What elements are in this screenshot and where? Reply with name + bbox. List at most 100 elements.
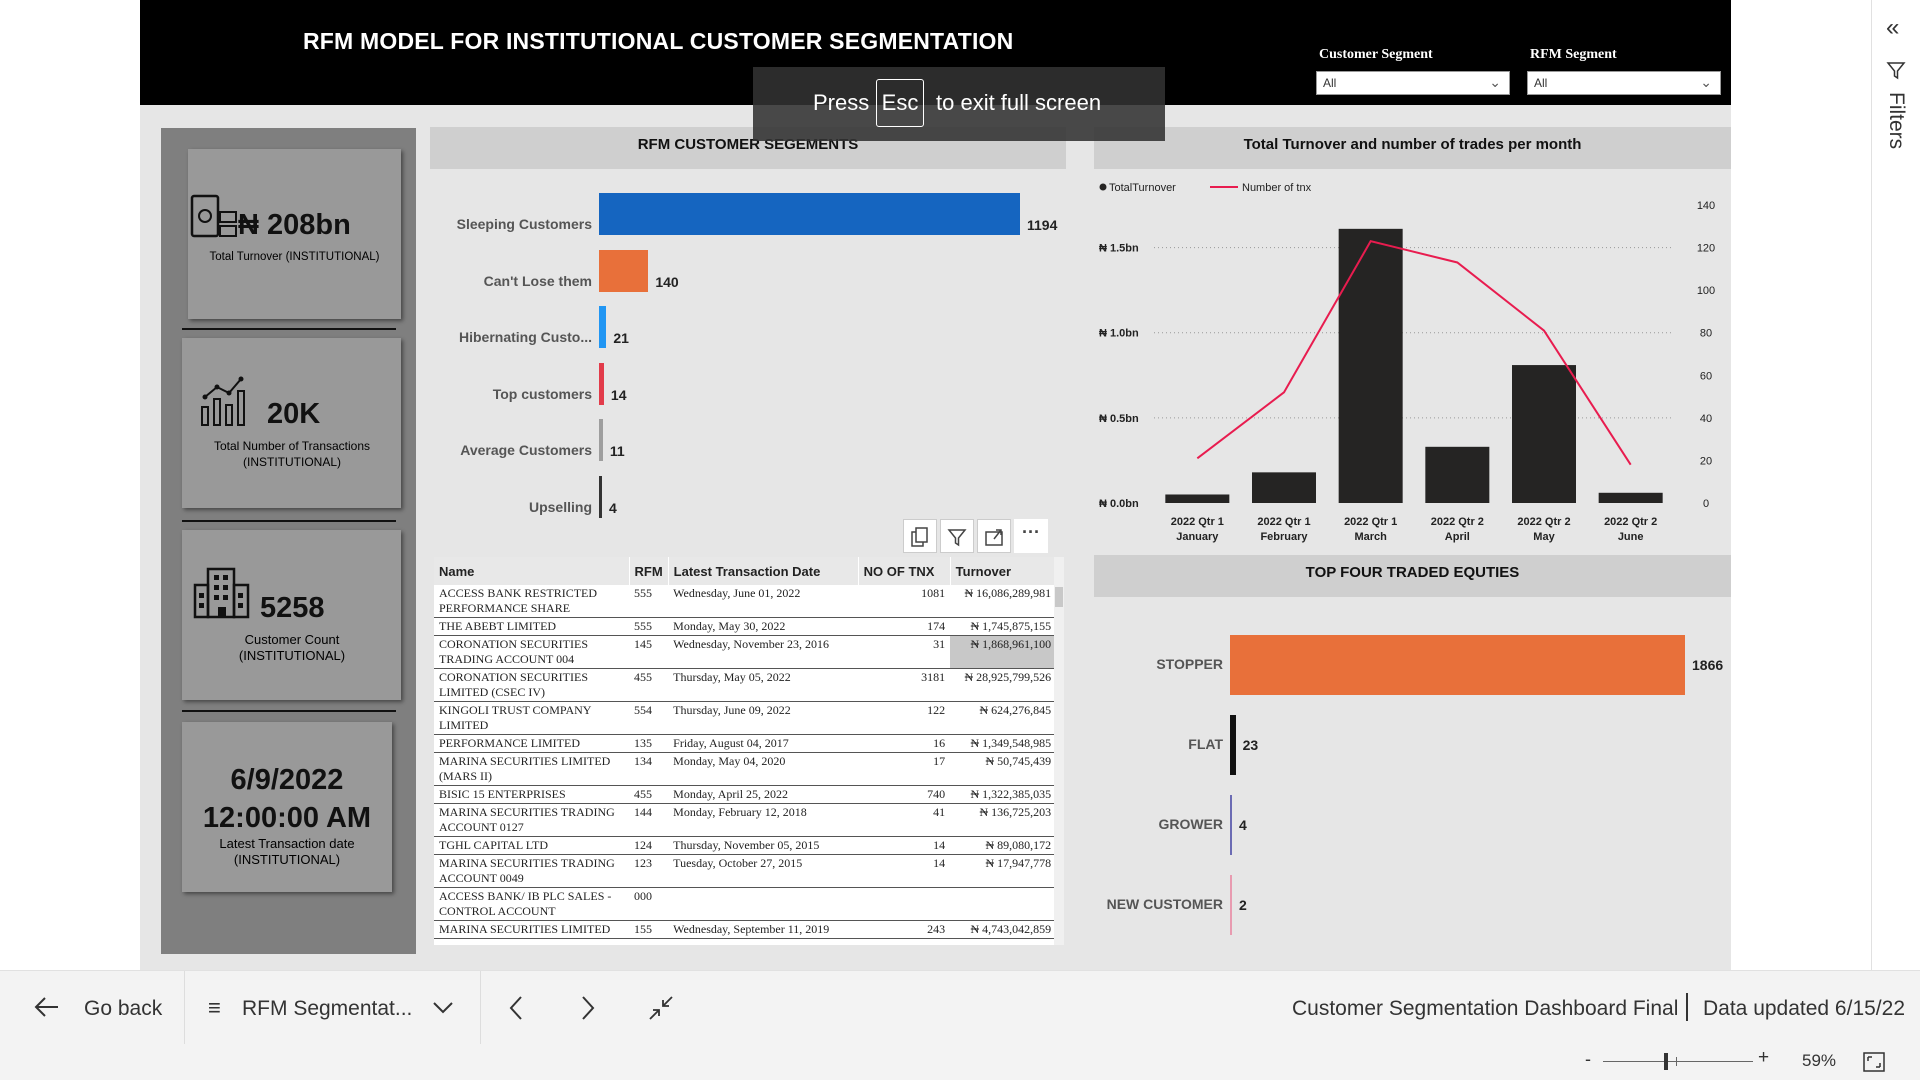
table-cell: BISIC 15 ENTERPRISES [434,785,629,804]
filters-pane-label[interactable]: Filters [1884,92,1908,149]
table-cell: 174 [858,617,951,636]
bar[interactable] [599,306,607,349]
bar-chart-icon [201,376,245,426]
rfm-segment-value: All [1534,76,1548,90]
x-axis-tick: June [1618,531,1644,543]
bottom-navigation-bar: Go back ≡ RFM Segmentat... Customer Segm… [0,970,1920,1045]
kpi-label: Total Turnover (INSTITUTIONAL) [209,251,380,263]
column-header-name[interactable]: Name [434,557,630,585]
right-axis-tick: 20 [1700,455,1712,467]
zoom-slider-midpoint [1676,1057,1677,1066]
separator [1686,993,1688,1021]
bar[interactable] [599,476,602,518]
table-cell: ₦ 28,925,799,526 [950,668,1057,702]
zoom-out-button[interactable]: - [1585,1049,1591,1070]
chevron-down-icon[interactable] [432,1001,454,1015]
bar-label: NEW CUSTOMER [1106,896,1223,912]
chevron-down-icon: ⌄ [1700,74,1712,90]
table-row[interactable]: ACCESS BANK RESTRICTED PERFORMANCE SHARE… [434,585,1057,618]
bar[interactable] [1252,472,1316,503]
bar-value-label: 1866 [1692,657,1724,673]
table-cell: Monday, May 30, 2022 [668,617,859,636]
collapse-pane-icon[interactable]: « [1886,14,1899,42]
building-icon [193,567,250,619]
table-row[interactable]: MARINA SECURITIES TRADING ACCOUNT 0049 12… [434,854,1057,888]
table-cell: MARINA SECURITIES TRADING ACCOUNT 0127 [434,803,629,837]
table-cell: ACCESS BANK/ IB PLC SALES - CONTROL ACCO… [434,887,629,921]
column-header-turnover[interactable]: Turnover [950,557,1057,585]
bar[interactable] [1165,494,1230,503]
zoom-slider-track[interactable] [1603,1061,1753,1062]
column-header-date[interactable]: Latest Transaction Date [668,557,859,585]
bar[interactable] [599,193,1020,235]
bar-label: Hibernating Custo... [459,329,592,346]
table-cell: ₦ 89,080,172 [950,836,1057,855]
bar[interactable] [599,419,603,462]
table-cell: 3181 [858,668,951,702]
table-cell: 16 [858,734,951,753]
esc-key: Esc [876,79,924,127]
previous-page-icon[interactable] [508,995,524,1021]
bar[interactable] [599,249,649,292]
scrollbar-thumb[interactable] [1055,587,1063,607]
kpi-card-transactions: 20K Total Number of Transactions (INSTIT… [182,338,401,508]
table-row[interactable]: MARINA SECURITIES TRADING ACCOUNT 0127 14… [434,803,1057,837]
bar[interactable] [1230,715,1236,775]
table-cell: Monday, April 25, 2022 [668,785,859,804]
right-axis-tick: 140 [1697,200,1715,212]
x-axis-tick: 2022 Qtr 1 [1171,516,1224,528]
zoom-slider-thumb[interactable] [1663,1053,1668,1070]
bar[interactable] [1230,635,1685,695]
table-row[interactable]: CORONATION SECURITIES LIMITED (CSEC IV) 4… [434,668,1057,702]
left-axis-tick: ₦ 0.5bn [1099,413,1139,425]
bar[interactable] [1512,365,1576,503]
table-row[interactable]: BISIC 15 ENTERPRISES 455 Monday, April 25,… [434,785,1057,804]
table-row[interactable]: THE ABEBT LIMITED 555 Monday, May 30, 2022… [434,617,1057,636]
table-row[interactable]: ACCESS BANK/ IB PLC SALES - CONTROL ACCO… [434,887,1057,921]
bar[interactable] [1230,875,1232,935]
right-axis-tick: 0 [1703,498,1709,510]
table-row[interactable]: MARINA SECURITIES LIMITED 155 Wednesday, S… [434,920,1057,939]
rfm-segment-dropdown[interactable]: All ⌄ [1527,71,1721,95]
table-row[interactable]: MARINA SECURITIES LIMITED (MARS II) 134 Mo… [434,752,1057,786]
table-row[interactable]: CORONATION SECURITIES TRADING ACCOUNT 00… [434,635,1057,669]
bar[interactable] [1338,228,1403,503]
table-cell: 14 [858,854,951,888]
copy-icon[interactable] [903,519,937,553]
left-axis-tick: ₦ 1.5bn [1099,243,1139,255]
table-header-row: Name RFM Latest Transaction Date NO OF T… [434,557,1057,585]
bar[interactable] [599,362,604,405]
page-selector[interactable]: RFM Segmentat... [242,997,412,1021]
table-row[interactable]: TGHL CAPITAL LTD 124 Thursday, November 05… [434,836,1057,855]
go-back-button[interactable]: Go back [84,997,162,1021]
column-header-rfm[interactable]: RFM [629,557,669,585]
table-row[interactable]: KINGOLI TRUST COMPANY LIMITED 554 Thursday… [434,701,1057,735]
customer-segment-dropdown[interactable]: All ⌄ [1316,71,1510,95]
kpi-value-date: 6/9/2022 [230,764,344,796]
toast-rest-text: to exit full screen [936,90,1102,115]
x-axis-tick: April [1445,531,1470,543]
x-axis-tick: 2022 Qtr 2 [1517,516,1570,528]
table-cell: Monday, February 12, 2018 [668,803,859,837]
zoom-in-button[interactable]: + [1758,1047,1769,1069]
more-options-icon[interactable]: ··· [1014,519,1048,553]
table-cell: 135 [629,734,669,753]
table-vertical-scrollbar[interactable] [1054,557,1064,945]
kpi-divider [182,520,396,522]
next-page-icon[interactable] [580,995,596,1021]
focus-mode-icon[interactable] [977,519,1011,553]
bar[interactable] [1230,795,1232,855]
bar-label: FLAT [1188,736,1223,752]
column-header-tnx[interactable]: NO OF TNX [858,557,951,585]
bar[interactable] [1598,492,1663,503]
table-row[interactable]: PERFORMANCE LIMITED 135 Friday, August 04,… [434,734,1057,753]
exit-fullscreen-icon[interactable] [648,995,674,1021]
report-canvas: RFM MODEL FOR INSTITUTIONAL CUSTOMER SEG… [140,0,1731,970]
kpi-card-customers: 5258 Customer Count (INSTITUTIONAL) [182,530,401,700]
table-cell: Thursday, May 05, 2022 [668,668,859,702]
filter-icon[interactable] [940,519,974,553]
fit-to-page-icon[interactable] [1862,1051,1886,1073]
bar[interactable] [1425,446,1490,503]
table-cell: 555 [629,585,669,618]
table-cell: 555 [629,617,669,636]
